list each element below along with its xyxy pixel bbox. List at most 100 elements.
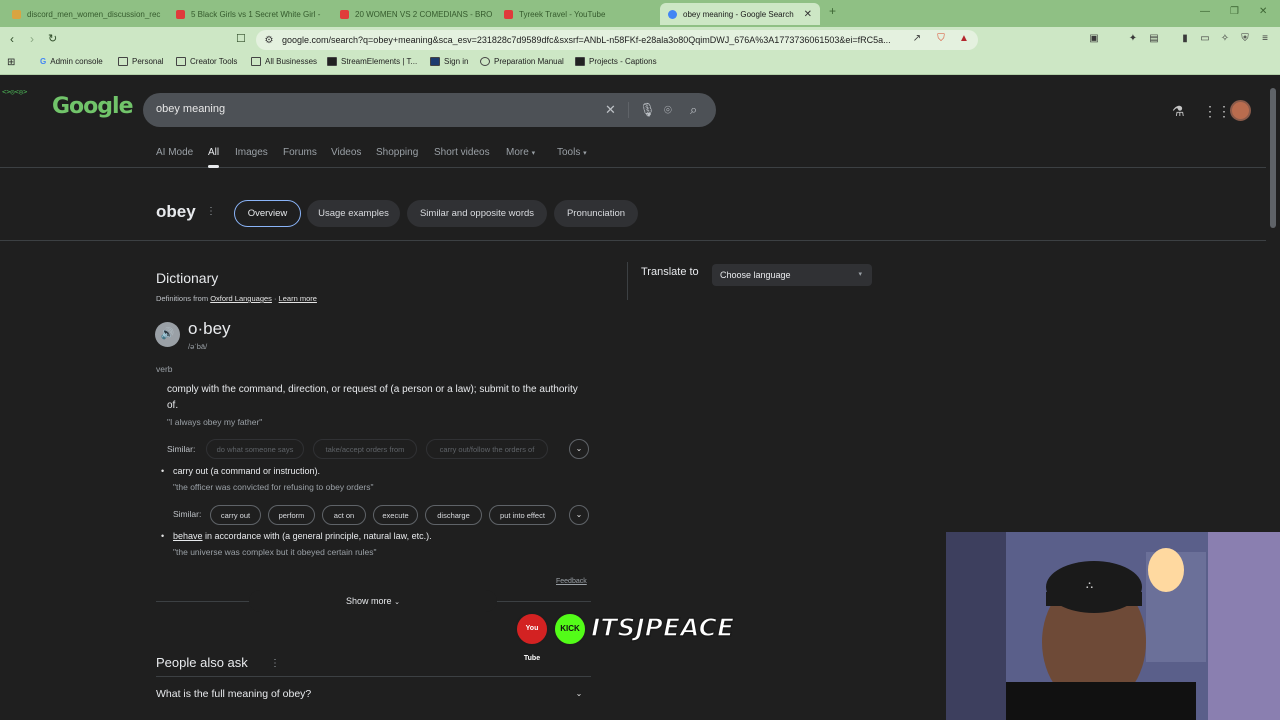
reload-icon[interactable]: ↻: [48, 32, 57, 45]
similar-chip[interactable]: execute: [373, 505, 418, 525]
chevron-down-icon[interactable]: ⌄: [569, 505, 589, 525]
language-select[interactable]: Choose language ▾: [712, 264, 872, 286]
bookmark-item[interactable]: Preparation Manual: [480, 57, 564, 66]
people-also-ask-title: People also ask: [156, 655, 248, 670]
share-icon[interactable]: ↗: [911, 33, 923, 45]
folder-icon: [176, 57, 186, 66]
tab-label: Tyreek Travel - YouTube: [519, 9, 606, 19]
media-icon[interactable]: ▤: [1148, 33, 1160, 45]
voice-search-icon[interactable]: 🎙: [639, 102, 656, 118]
paa-question[interactable]: What is the full meaning of obey?: [156, 688, 311, 700]
tab-videos[interactable]: Videos: [331, 147, 361, 158]
extension-icon[interactable]: ▣: [1088, 33, 1100, 45]
behave-link[interactable]: behave: [173, 531, 203, 541]
image-search-icon[interactable]: ⌾: [664, 102, 672, 118]
leo-ai-icon[interactable]: ✧: [1219, 33, 1231, 45]
bookmark-folder[interactable]: Creator Tools: [176, 57, 237, 66]
tab-more[interactable]: More ▾: [506, 147, 535, 158]
bookmark-item[interactable]: Sign in: [430, 57, 468, 66]
similar-chip[interactable]: carry out: [210, 505, 261, 525]
chevron-down-icon[interactable]: ⌄: [569, 439, 589, 459]
brave-rewards-icon[interactable]: ▲: [958, 33, 970, 45]
tab-ai-mode[interactable]: AI Mode: [156, 147, 193, 158]
chevron-down-icon[interactable]: ⌄: [569, 685, 589, 705]
folder-icon: [118, 57, 128, 66]
maximize-icon[interactable]: ❐: [1230, 6, 1239, 17]
search-query[interactable]: obey meaning: [156, 103, 225, 115]
chip-similar-opposite[interactable]: Similar and opposite words: [407, 200, 547, 227]
tab-tools-label: Tools: [557, 147, 581, 158]
url-field[interactable]: google.com/search?q=obey+meaning&sca_esv…: [256, 30, 978, 50]
tab-short-videos[interactable]: Short videos: [434, 147, 490, 158]
bookmark-folder[interactable]: Personal: [118, 57, 164, 66]
apps-grid-icon[interactable]: ⊞: [7, 57, 15, 68]
speaker-icon[interactable]: 🔊: [155, 322, 180, 347]
bookmark-item[interactable]: G Admin console: [40, 57, 103, 66]
tab-images[interactable]: Images: [235, 147, 268, 158]
bookmark-icon[interactable]: ☐: [236, 32, 246, 45]
tab-all[interactable]: All: [208, 147, 219, 158]
bookmark-item[interactable]: StreamElements | T...: [327, 57, 417, 66]
signin-icon: [430, 57, 440, 66]
sidebar-icon[interactable]: ▮: [1179, 33, 1191, 45]
chip-overview[interactable]: Overview: [234, 200, 301, 227]
folder-icon: [251, 57, 261, 66]
tab-tools[interactable]: Tools ▾: [557, 147, 587, 158]
oxford-link[interactable]: Oxford Languages: [210, 294, 272, 303]
chevron-down-icon: ▾: [531, 150, 536, 157]
google-logo[interactable]: Google: [52, 94, 133, 119]
webcam-overlay: ⛬: [946, 532, 1280, 720]
labs-flask-icon[interactable]: ⚗: [1172, 103, 1185, 120]
minimize-icon[interactable]: —: [1200, 6, 1210, 17]
similar-chip[interactable]: act on: [322, 505, 366, 525]
chip-usage-examples[interactable]: Usage examples: [307, 200, 400, 227]
back-icon[interactable]: ‹: [10, 32, 14, 46]
scrollbar-thumb[interactable]: [1270, 88, 1276, 228]
brave-shield-icon[interactable]: ⛉: [935, 33, 947, 45]
browser-tab[interactable]: discord_men_women_discussion_rec: [4, 3, 164, 25]
youtube-favicon-icon: [176, 9, 185, 19]
search-box[interactable]: obey meaning ✕ 🎙 ⌾ ⌕: [143, 93, 716, 127]
menu-icon[interactable]: ≡: [1259, 33, 1271, 45]
close-tab-icon[interactable]: ✕: [804, 9, 812, 20]
tab-more-label: More: [506, 147, 529, 158]
search-icon[interactable]: ⌕: [690, 102, 697, 118]
bookmark-label: Projects - Captions: [589, 57, 657, 66]
wallet-icon[interactable]: ▭: [1199, 33, 1211, 45]
chip-pronunciation[interactable]: Pronunciation: [554, 200, 638, 227]
extensions-puzzle-icon[interactable]: ✦: [1127, 33, 1139, 45]
learn-more-link[interactable]: Learn more: [279, 294, 317, 303]
close-window-icon[interactable]: ✕: [1259, 6, 1267, 17]
feedback-link[interactable]: Feedback: [556, 578, 587, 585]
tab-forums[interactable]: Forums: [283, 147, 317, 158]
show-more-button[interactable]: Show more ⌄: [249, 590, 497, 612]
similar-chip[interactable]: put into effect: [489, 505, 556, 525]
browser-tab-active[interactable]: obey meaning - Google Search ✕: [660, 3, 820, 25]
site-info-icon[interactable]: ⚙: [263, 35, 275, 47]
forward-icon[interactable]: ›: [30, 32, 34, 46]
bookmark-folder[interactable]: All Businesses: [251, 57, 317, 66]
browser-tab[interactable]: Tyreek Travel - YouTube: [496, 3, 656, 25]
vpn-icon[interactable]: ⛨: [1239, 33, 1251, 45]
search-divider: [628, 102, 629, 118]
similar-chip[interactable]: take/accept orders from: [313, 439, 417, 459]
similar-chip[interactable]: perform: [268, 505, 315, 525]
google-apps-icon[interactable]: ⋮⋮: [1203, 103, 1231, 120]
definition: comply with the command, direction, or r…: [167, 384, 578, 411]
browser-tab[interactable]: 5 Black Girls vs 1 Secret White Girl -: [168, 3, 328, 25]
dictionary-title: Dictionary: [156, 270, 219, 286]
new-tab-button[interactable]: +: [829, 4, 836, 18]
similar-chip[interactable]: do what someone says: [206, 439, 304, 459]
tab-shopping[interactable]: Shopping: [376, 147, 418, 158]
similar-chip[interactable]: carry out/follow the orders of: [426, 439, 548, 459]
bookmark-item[interactable]: Projects - Captions: [575, 57, 657, 66]
avatar[interactable]: [1230, 100, 1251, 121]
more-options-icon[interactable]: ⋮: [270, 658, 280, 669]
browser-tab[interactable]: 20 WOMEN VS 2 COMEDIANS - BRO: [332, 3, 492, 25]
captions-icon: [575, 57, 585, 66]
dictionary-source: Definitions from Oxford Languages · Lear…: [156, 294, 317, 303]
more-options-icon[interactable]: ⋮: [206, 206, 216, 217]
similar-chip[interactable]: discharge: [425, 505, 482, 525]
google-icon: G: [40, 57, 47, 66]
clear-search-icon[interactable]: ✕: [605, 102, 616, 118]
